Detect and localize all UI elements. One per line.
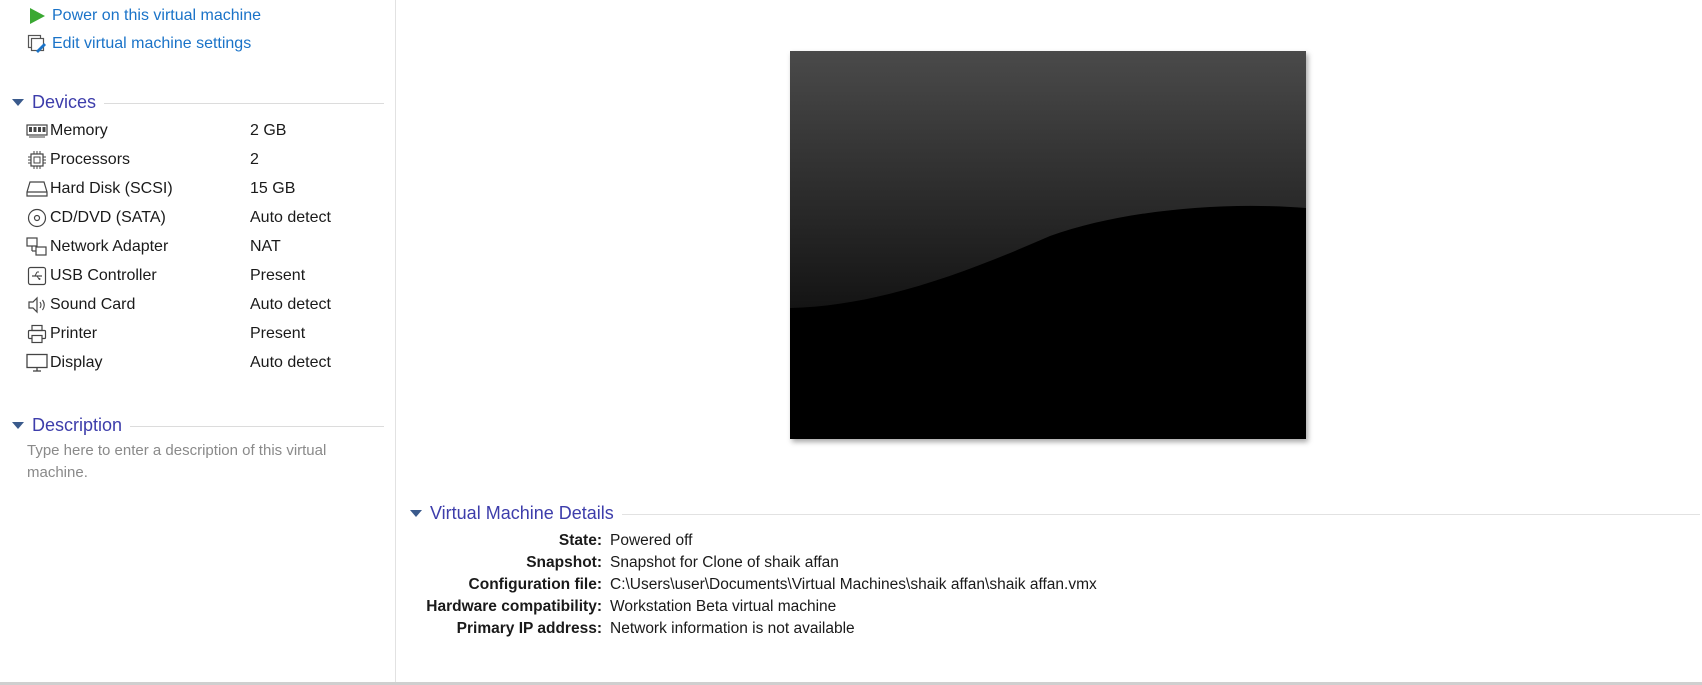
detail-label: State: [558,532,602,549]
device-name: Hard Disk (SCSI) [50,180,173,197]
device-value: 15 GB [250,180,296,197]
device-value: Auto detect [250,209,331,226]
processor-icon [26,149,48,171]
hard-disk-icon [26,178,48,200]
device-value: Present [250,267,306,284]
detail-row-hardware-compatibility: Hardware compatibility: Workstation Beta… [396,596,836,618]
device-row-network-adapter[interactable]: Network Adapter NAT [26,234,386,260]
detail-label: Configuration file: [468,576,602,593]
device-name: CD/DVD (SATA) [50,209,166,226]
detail-label: Snapshot: [526,554,602,571]
device-name: Memory [50,122,108,139]
description-header[interactable]: Description [10,412,384,438]
device-row-memory[interactable]: Memory 2 GB [26,118,386,144]
device-value: 2 [250,151,259,168]
divider [104,102,384,104]
device-row-hard-disk[interactable]: Hard Disk (SCSI) 15 GB [26,176,386,202]
device-value: Auto detect [250,354,331,371]
device-name: Printer [50,325,98,342]
printer-icon [26,323,48,345]
description-title: Description [32,414,123,435]
device-row-processors[interactable]: Processors 2 [26,147,386,173]
description-field[interactable]: Type here to enter a description of this… [27,440,367,484]
detail-row-state: State: Powered off [396,530,693,552]
devices-header[interactable]: Devices [10,89,384,115]
device-row-cd-dvd[interactable]: CD/DVD (SATA) Auto detect [26,205,386,231]
vm-details-header[interactable]: Virtual Machine Details [410,500,1700,526]
device-value: NAT [250,238,281,255]
collapse-triangle-icon [410,509,422,517]
collapse-triangle-icon [12,98,24,106]
edit-settings-label: Edit virtual machine settings [52,35,252,52]
device-value: Present [250,325,306,342]
right-panel: Virtual Machine Details State: Powered o… [396,0,1702,682]
detail-label: Hardware compatibility: [426,598,602,615]
vm-preview-graphic [790,51,1306,439]
detail-row-primary-ip: Primary IP address: Network information … [396,618,855,640]
left-panel: Power on this virtual machine Edit virtu… [0,0,396,682]
divider [130,425,384,427]
device-row-printer[interactable]: Printer Present [26,321,386,347]
detail-value: Network information is not available [610,620,855,637]
device-name: Display [50,354,103,371]
detail-row-snapshot: Snapshot: Snapshot for Clone of shaik af… [396,552,839,574]
detail-value: Powered off [610,532,693,549]
power-on-label: Power on this virtual machine [52,7,261,24]
device-row-usb-controller[interactable]: USB Controller Present [26,263,386,289]
device-name: Processors [50,151,131,168]
speaker-icon [26,294,48,316]
play-icon [26,5,48,27]
detail-label: Primary IP address: [456,620,602,637]
device-name: USB Controller [50,267,157,284]
vm-screen-preview[interactable] [790,51,1306,439]
divider [621,513,1700,515]
cd-dvd-icon [26,207,48,229]
devices-title: Devices [32,91,97,112]
device-value: Auto detect [250,296,331,313]
vm-details-title: Virtual Machine Details [430,502,614,523]
detail-value: C:\Users\user\Documents\Virtual Machines… [610,576,1097,593]
edit-settings-command[interactable]: Edit virtual machine settings [26,33,251,55]
detail-value: Workstation Beta virtual machine [610,598,837,615]
device-row-display[interactable]: Display Auto detect [26,350,386,376]
device-name: Network Adapter [50,238,169,255]
network-adapter-icon [26,236,48,258]
device-name: Sound Card [50,296,136,313]
monitor-icon [26,352,48,374]
usb-icon [26,265,48,287]
device-row-sound-card[interactable]: Sound Card Auto detect [26,292,386,318]
memory-icon [26,120,48,142]
power-on-command[interactable]: Power on this virtual machine [26,5,261,27]
collapse-triangle-icon [12,421,24,429]
edit-settings-icon [26,33,48,55]
device-value: 2 GB [250,122,287,139]
detail-row-configuration-file: Configuration file: C:\Users\user\Docume… [396,574,1097,596]
detail-value: Snapshot for Clone of shaik affan [610,554,839,571]
